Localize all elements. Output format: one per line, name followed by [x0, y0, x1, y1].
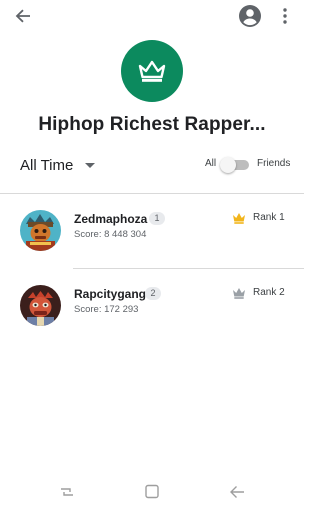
leaderboard-title: Hiphop Richest Rapper... [38, 114, 266, 135]
home-square-icon [145, 484, 159, 499]
avatar [20, 210, 61, 251]
nav-back-icon [230, 486, 244, 498]
leaderboard-row[interactable]: Zedmaphoza 1 Score: 8 448 304 Rank 1 [0, 202, 304, 262]
game-icon [121, 40, 183, 102]
divider [0, 193, 304, 194]
toggle-knob [220, 157, 236, 173]
back-button[interactable] [10, 5, 36, 27]
player-name: Rapcitygang [74, 287, 147, 301]
top-app-bar [0, 0, 304, 34]
player-rank: Rank 2 [253, 287, 285, 298]
player-name: Zedmaphoza [74, 212, 148, 226]
player-score: Score: 8 448 304 [74, 229, 147, 240]
silver-crown-icon [233, 288, 245, 299]
player-rank: Rank 1 [253, 212, 285, 223]
recents-button[interactable] [58, 484, 76, 500]
account-button[interactable] [237, 3, 263, 29]
all-friends-toggle[interactable] [220, 157, 250, 173]
avatar [20, 285, 61, 326]
nav-back-button[interactable] [228, 484, 246, 500]
crown-icon [138, 60, 166, 82]
toggle-label-all: All [205, 158, 217, 169]
leaderboard-row[interactable]: Rapcitygang 2 Score: 172 293 Rank 2 [0, 277, 304, 337]
time-range-label: All Time [20, 156, 74, 174]
time-range-dropdown[interactable]: All Time [20, 155, 96, 175]
gold-crown-icon [233, 213, 245, 224]
toggle-label-friends: Friends [257, 158, 291, 169]
account-circle-icon [239, 5, 261, 27]
dropdown-arrow-icon [85, 162, 96, 168]
player-score: Score: 172 293 [74, 304, 139, 315]
home-button[interactable] [143, 484, 161, 500]
level-badge: 1 [149, 212, 165, 225]
recents-icon [61, 488, 73, 496]
more-vert-icon [283, 8, 287, 24]
more-options-button[interactable] [276, 4, 294, 28]
level-badge: 2 [145, 287, 161, 300]
row-divider [73, 268, 304, 269]
system-navigation-bar [0, 472, 304, 512]
arrow-back-icon [15, 9, 30, 23]
